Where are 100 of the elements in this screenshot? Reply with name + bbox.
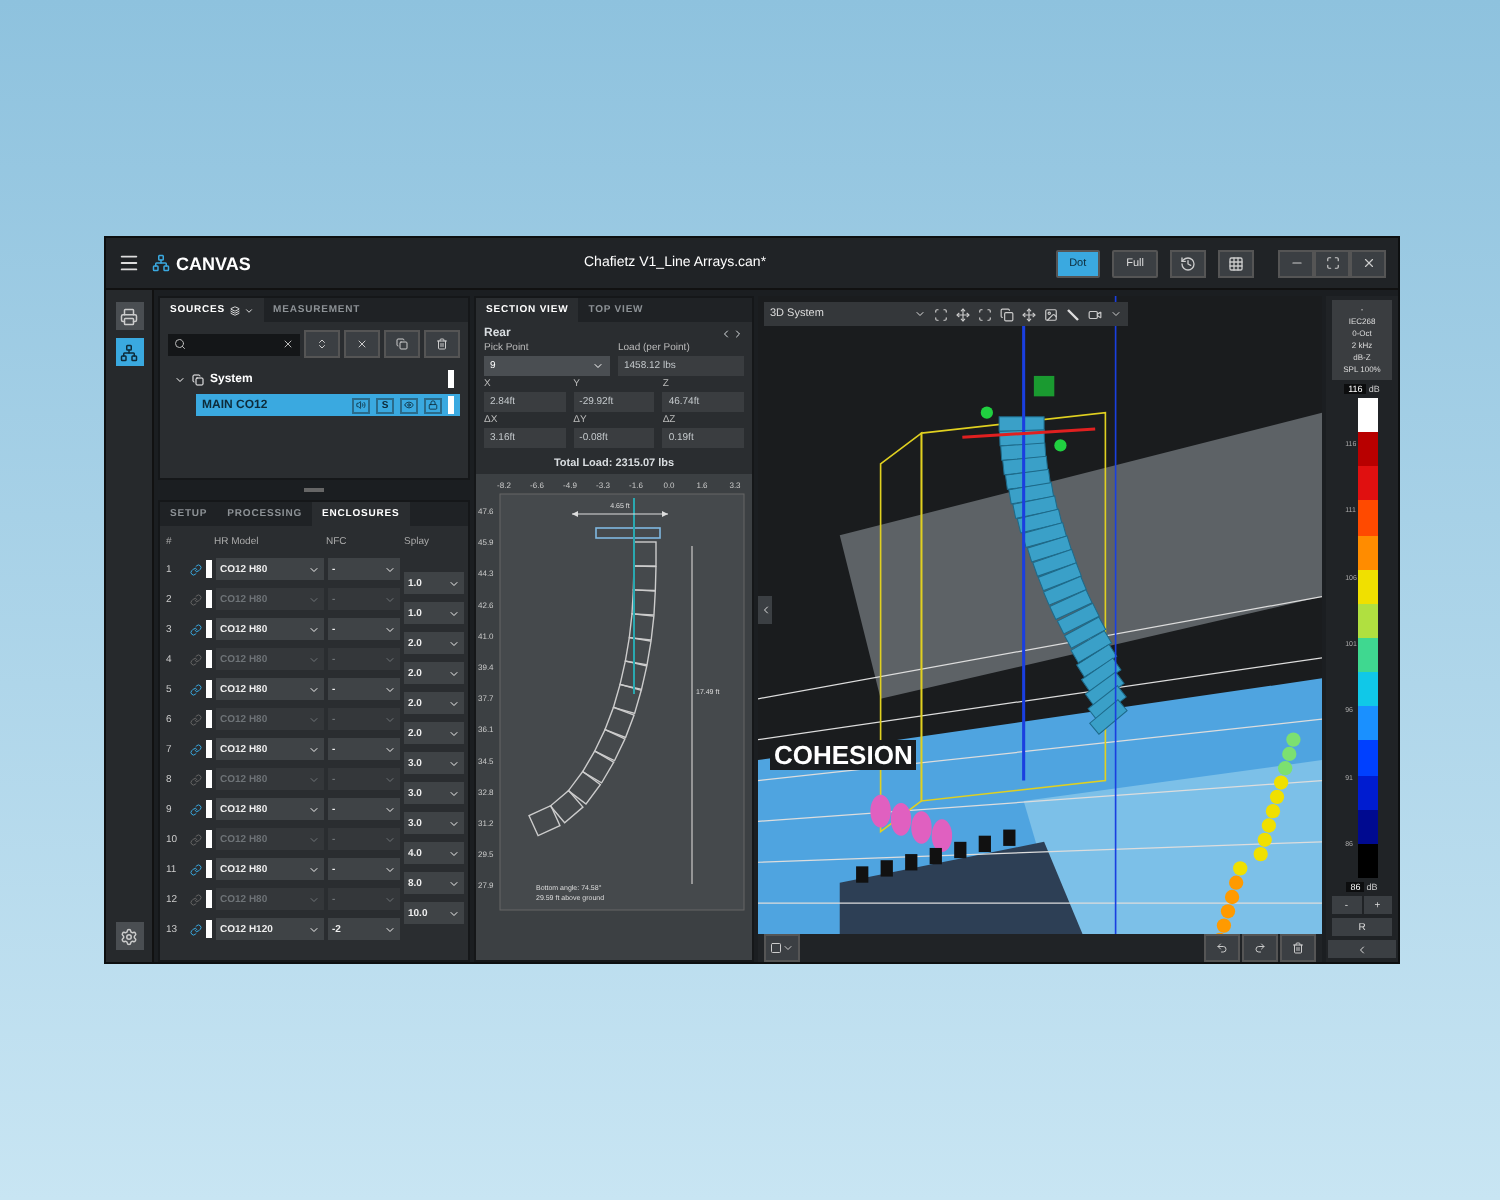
caret-icon bbox=[384, 593, 396, 605]
lock-button[interactable] bbox=[424, 397, 442, 413]
camera-icon bbox=[1088, 307, 1102, 321]
group-icon bbox=[192, 373, 204, 385]
move-icon bbox=[1022, 307, 1036, 321]
menu-icon bbox=[118, 252, 140, 274]
caret-icon bbox=[308, 593, 320, 605]
scene-sign-text: COHESION bbox=[770, 740, 917, 770]
redo-button[interactable] bbox=[1242, 934, 1278, 962]
redo-icon bbox=[1254, 942, 1266, 954]
caret-icon bbox=[384, 653, 396, 665]
line-tool-icon[interactable] bbox=[1066, 307, 1080, 321]
color-swatch bbox=[206, 830, 212, 848]
caret-icon bbox=[308, 923, 320, 935]
link-icon bbox=[190, 713, 202, 725]
network-tool-button[interactable] bbox=[115, 338, 143, 366]
maximize-icon bbox=[1325, 256, 1339, 270]
link-icon bbox=[190, 563, 202, 575]
maximize-button[interactable] bbox=[1314, 249, 1350, 277]
speaker-button[interactable] bbox=[352, 397, 370, 413]
undo-button[interactable] bbox=[1204, 934, 1240, 962]
caret-icon bbox=[384, 893, 396, 905]
trash-icon bbox=[1292, 942, 1304, 954]
caret-icon bbox=[448, 607, 460, 619]
caret-icon bbox=[448, 727, 460, 739]
link-icon bbox=[190, 623, 202, 635]
duplicate-button[interactable] bbox=[384, 330, 420, 358]
caret-icon bbox=[308, 833, 320, 845]
color-swatch bbox=[206, 770, 212, 788]
printer-tool-button[interactable] bbox=[115, 302, 143, 330]
eye-icon bbox=[404, 400, 414, 410]
link-icon bbox=[190, 893, 202, 905]
caret-icon bbox=[243, 305, 254, 315]
layers-icon bbox=[229, 305, 240, 315]
caret-icon bbox=[308, 773, 320, 785]
color-swatch bbox=[206, 680, 212, 698]
chevron-left-icon bbox=[759, 604, 771, 616]
color-swatch bbox=[206, 710, 212, 728]
link-icon bbox=[190, 593, 202, 605]
caret-icon bbox=[384, 683, 396, 695]
delete-button[interactable] bbox=[424, 330, 460, 358]
caret-icon bbox=[308, 563, 320, 575]
menu-button[interactable] bbox=[118, 252, 140, 274]
caret-icon bbox=[448, 877, 460, 889]
history-icon bbox=[1180, 255, 1196, 271]
caret-icon bbox=[782, 942, 794, 954]
caret-icon bbox=[308, 713, 320, 725]
caret-icon bbox=[448, 637, 460, 649]
settings-button[interactable] bbox=[115, 922, 143, 950]
caret-icon bbox=[308, 653, 320, 665]
grid-button[interactable] bbox=[1218, 249, 1254, 277]
color-swatch bbox=[206, 740, 212, 758]
caret-icon bbox=[1110, 308, 1122, 320]
color-swatch bbox=[206, 800, 212, 818]
dimension-arrow bbox=[571, 511, 669, 517]
clear-icon bbox=[282, 338, 294, 350]
image-icon bbox=[1044, 307, 1058, 321]
caret-icon bbox=[592, 360, 604, 372]
copy-icon bbox=[396, 338, 408, 350]
caret-icon bbox=[384, 773, 396, 785]
caret-icon bbox=[448, 907, 460, 919]
caret-icon bbox=[448, 697, 460, 709]
caret-icon bbox=[308, 803, 320, 815]
caret-icon bbox=[308, 863, 320, 875]
color-swatch bbox=[448, 370, 454, 388]
view-mode-select[interactable] bbox=[764, 934, 800, 962]
color-swatch bbox=[206, 650, 212, 668]
close-icon bbox=[1361, 256, 1375, 270]
caret-icon bbox=[448, 667, 460, 679]
color-swatch bbox=[206, 620, 212, 638]
delete-button[interactable] bbox=[1280, 934, 1316, 962]
visibility-button[interactable] bbox=[400, 397, 418, 413]
link-icon bbox=[190, 653, 202, 665]
square-icon bbox=[770, 942, 782, 954]
caret-icon bbox=[308, 893, 320, 905]
link-icon bbox=[190, 683, 202, 695]
caret-icon bbox=[448, 847, 460, 859]
caret-icon bbox=[384, 833, 396, 845]
next-icon bbox=[732, 328, 744, 340]
move-icon bbox=[956, 307, 970, 321]
link-icon bbox=[190, 803, 202, 815]
caret-icon bbox=[448, 787, 460, 799]
history-button[interactable] bbox=[1170, 249, 1206, 277]
caret-icon bbox=[384, 803, 396, 815]
color-swatch bbox=[448, 396, 454, 414]
color-swatch bbox=[206, 920, 212, 938]
printer-icon bbox=[120, 307, 138, 325]
color-swatch bbox=[206, 890, 212, 908]
color-swatch bbox=[206, 860, 212, 878]
close-button[interactable] bbox=[1350, 249, 1386, 277]
link-icon bbox=[190, 923, 202, 935]
resize-handle[interactable] bbox=[304, 488, 324, 492]
frame-icon bbox=[934, 307, 948, 321]
search-field[interactable] bbox=[168, 333, 300, 355]
caret-icon bbox=[914, 308, 926, 320]
caret-icon bbox=[448, 577, 460, 589]
collapse-button[interactable] bbox=[758, 596, 772, 624]
caret-icon bbox=[384, 563, 396, 575]
close-icon bbox=[356, 338, 368, 350]
link-icon bbox=[190, 773, 202, 785]
